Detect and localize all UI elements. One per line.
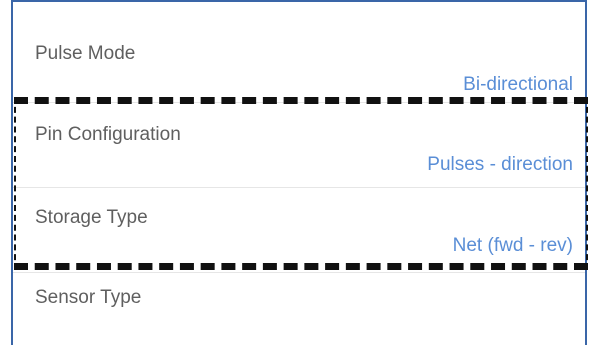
setting-title: Sensor Type xyxy=(35,287,142,308)
setting-value: Pulses - direction xyxy=(427,154,573,175)
setting-value: Bi-directional xyxy=(463,74,573,95)
setting-title: Storage Type xyxy=(35,207,148,228)
setting-row-pin-configuration[interactable]: Pin Configuration Pulses - direction xyxy=(13,102,585,188)
setting-row-sensor-type[interactable]: Sensor Type xyxy=(13,272,585,347)
setting-title: Pin Configuration xyxy=(35,124,181,145)
setting-title: Pulse Mode xyxy=(35,43,136,64)
settings-panel: Pulse Mode Bi-directional Pin Configurat… xyxy=(11,0,587,345)
setting-value: Net (fwd - rev) xyxy=(452,235,573,256)
setting-row-storage-type[interactable]: Storage Type Net (fwd - rev) xyxy=(13,188,585,273)
setting-row-pulse-mode[interactable]: Pulse Mode Bi-directional xyxy=(13,2,585,103)
